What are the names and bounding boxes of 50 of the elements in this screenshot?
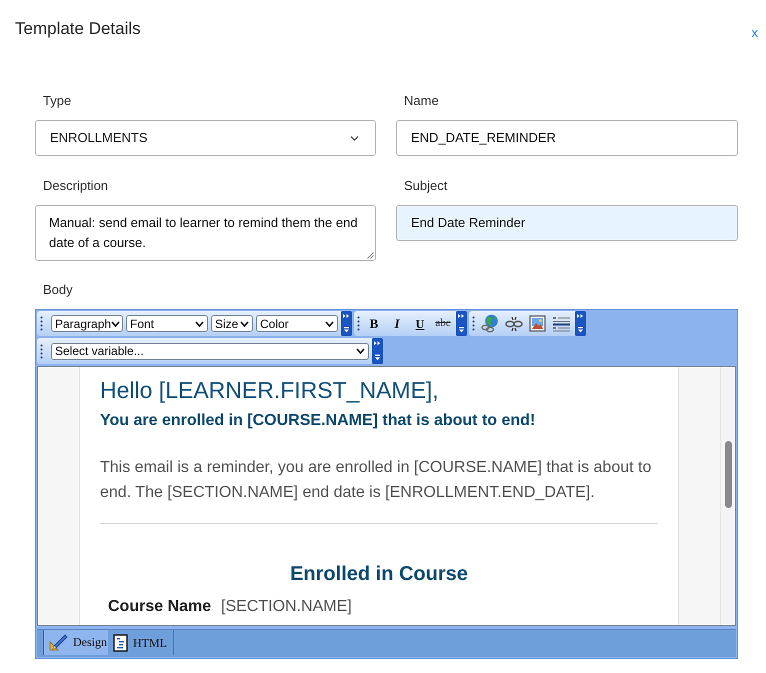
subheading-text: You are enrolled in [COURSE.NAME] that is about to end! (100, 411, 536, 431)
toolbar-overflow-icon[interactable] (341, 311, 352, 336)
grip-icon[interactable] (40, 344, 43, 358)
scrollbar-thumb[interactable] (724, 441, 732, 508)
chevron-down-icon (356, 348, 365, 354)
field-label: Body (42, 281, 73, 299)
underline-button[interactable]: U (410, 314, 430, 334)
detail-value: [SECTION.NAME] (221, 597, 352, 617)
scrollbar-track[interactable] (720, 367, 735, 626)
select-field[interactable]: ENROLLMENTS (35, 120, 376, 156)
greeting-text: Hello [LEARNER.FIRST_NAME], (100, 376, 440, 404)
toolbar-dropdown[interactable]: Size (211, 315, 253, 332)
field-label: Type (42, 92, 72, 110)
toolbar-overflow-icon[interactable] (575, 311, 586, 336)
textarea-field[interactable]: Manual: send email to learner to remind them the end date of a course. (35, 205, 376, 261)
italic-button[interactable]: I (387, 314, 407, 334)
toolbar-overflow-icon[interactable] (372, 338, 383, 364)
grip-icon[interactable] (472, 316, 475, 331)
close-button[interactable]: x (750, 25, 759, 41)
image-icon[interactable] (529, 315, 546, 332)
pencil-ruler-icon (49, 633, 68, 652)
grip-icon[interactable] (40, 316, 43, 331)
input-field[interactable]: END_DATE_REMINDER (396, 120, 738, 156)
broken-chain-icon[interactable] (504, 314, 522, 332)
input-field[interactable]: End Date Reminder (396, 205, 738, 241)
resize-grip-icon[interactable] (367, 252, 374, 259)
bold-button[interactable]: B (364, 314, 384, 334)
chevron-down-icon (111, 320, 120, 326)
section-heading: Enrolled in Course (289, 562, 469, 587)
chevron-down-icon (240, 320, 249, 326)
document-icon (113, 634, 128, 652)
detail-label: Course Name (108, 597, 212, 617)
globe-link-icon[interactable] (480, 314, 498, 333)
toolbar-overflow-icon[interactable] (456, 311, 467, 336)
mode-tab[interactable]: Design (44, 630, 108, 656)
horizontal-rule-icon[interactable] (552, 316, 571, 332)
chevron-down-icon (195, 320, 204, 326)
toolbar-dropdown[interactable]: Paragraph (51, 315, 123, 332)
grip-icon[interactable] (357, 316, 360, 331)
toolbar-dropdown[interactable]: Color (256, 315, 338, 332)
dialog-title: Template Details (15, 18, 141, 40)
chevron-down-icon (325, 320, 334, 326)
field-label: Name (403, 92, 439, 110)
editor-content-area[interactable] (37, 366, 736, 626)
field-label: Description (42, 177, 108, 195)
toolbar-dropdown[interactable]: Select variable... (51, 342, 369, 360)
toolbar-dropdown[interactable]: Font (126, 315, 208, 332)
strikethrough-button[interactable]: abc (433, 314, 453, 334)
field-label: Subject (403, 177, 448, 195)
body-paragraph: This email is a reminder, you are enrolled in [COURSE.NAME] that is about to end. The [SECTION.NAME] end date is [ENROLLMENT.END_DATE]. (100, 458, 652, 503)
